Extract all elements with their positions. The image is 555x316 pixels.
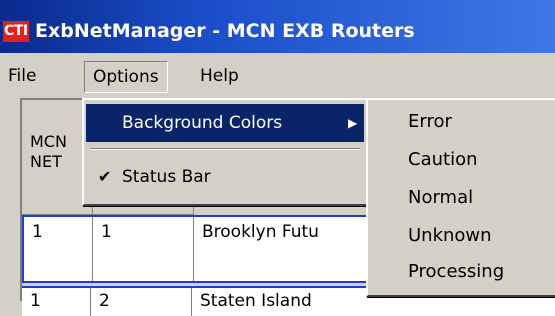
menu-bar: File Options Help: [0, 53, 555, 97]
app-logo: CTI: [3, 21, 29, 42]
menu-item-label: Status Bar: [122, 167, 211, 187]
table-cell: 2: [91, 288, 192, 316]
background-colors-submenu: Error Caution Normal Unknown Processing: [366, 98, 555, 297]
menu-item-background-colors[interactable]: Background Colors ▶: [86, 104, 364, 142]
table-cell: 1: [22, 288, 91, 316]
table-cell: 1: [93, 217, 194, 281]
window-title: ExbNetManager - MCN EXB Routers: [35, 20, 415, 42]
submenu-arrow-icon: ▶: [348, 116, 358, 130]
menu-separator: [90, 148, 360, 150]
menu-file[interactable]: File: [8, 63, 36, 89]
menu-item-processing[interactable]: Processing: [408, 254, 504, 290]
title-bar: CTI ExbNetManager - MCN EXB Routers: [0, 0, 555, 53]
menu-options[interactable]: Options: [84, 61, 168, 93]
menu-item-normal[interactable]: Normal: [408, 180, 473, 216]
menu-item-unknown[interactable]: Unknown: [408, 218, 492, 254]
menu-item-label: Background Colors: [122, 113, 283, 133]
column-header-label: MCN NET: [30, 132, 67, 171]
options-menu: Background Colors ▶ ✔ Status Bar: [82, 98, 370, 206]
menu-item-caution[interactable]: Caution: [408, 142, 478, 178]
menu-item-error[interactable]: Error: [408, 104, 452, 140]
table-cell: 1: [24, 217, 93, 281]
checkmark-icon: ✔: [98, 167, 112, 186]
menu-help[interactable]: Help: [200, 63, 239, 89]
menu-item-status-bar[interactable]: ✔ Status Bar: [86, 158, 364, 196]
